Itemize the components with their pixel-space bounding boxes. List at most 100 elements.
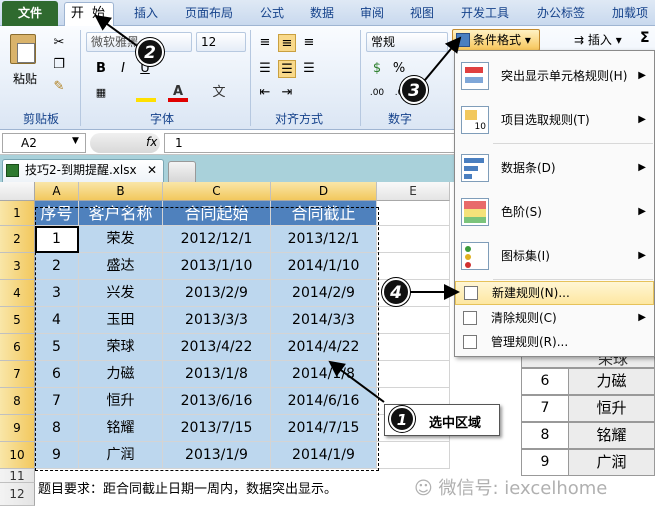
table-cell[interactable]: 2014/6/16: [271, 388, 377, 415]
bold-icon[interactable]: B: [92, 60, 110, 78]
fx-icon[interactable]: fx: [146, 135, 157, 149]
row-header[interactable]: 1: [0, 201, 35, 226]
table-cell[interactable]: 铭耀: [79, 415, 163, 442]
table-cell[interactable]: 2013/6/16: [163, 388, 271, 415]
empty-cell[interactable]: [377, 307, 450, 334]
table-cell[interactable]: 2013/1/10: [163, 253, 271, 280]
align-right-icon[interactable]: ☰: [300, 60, 318, 78]
menu-item-manage-rules[interactable]: 管理规则(R)...: [455, 331, 654, 355]
align-bottom-icon[interactable]: ≡: [300, 34, 318, 52]
table-cell[interactable]: 6: [35, 361, 79, 388]
table-cell[interactable]: 2014/1/8: [271, 361, 377, 388]
table-cell[interactable]: 2013/3/3: [163, 307, 271, 334]
row-header[interactable]: 12: [0, 483, 35, 506]
empty-cell[interactable]: [377, 442, 450, 469]
table-cell[interactable]: 2: [35, 253, 79, 280]
table-cell[interactable]: 力磁: [79, 361, 163, 388]
empty-cell[interactable]: [377, 334, 450, 361]
row-header[interactable]: 4: [0, 280, 35, 307]
table-cell[interactable]: 2013/2/9: [163, 280, 271, 307]
column-header[interactable]: D: [271, 182, 377, 201]
empty-cell[interactable]: [377, 253, 450, 280]
menu-item-highlight-rules[interactable]: 突出显示单元格规则(H) ▶: [455, 55, 654, 97]
table-cell[interactable]: 2013/7/15: [163, 415, 271, 442]
phonetic-icon[interactable]: 文: [210, 84, 228, 102]
format-painter-icon[interactable]: ✎: [50, 78, 68, 96]
tab-formulas[interactable]: 公式: [252, 2, 292, 26]
tab-insert[interactable]: 插入: [126, 2, 166, 26]
empty-cell[interactable]: [377, 226, 450, 253]
table-cell[interactable]: 1: [35, 226, 79, 253]
copy-icon[interactable]: ❐: [50, 56, 68, 74]
align-middle-icon[interactable]: ≡: [278, 34, 296, 52]
cut-icon[interactable]: ✂: [50, 34, 68, 52]
row-header[interactable]: 7: [0, 361, 35, 388]
tab-file[interactable]: 文件: [2, 1, 58, 26]
row-header[interactable]: 3: [0, 253, 35, 280]
table-cell[interactable]: 荣球: [79, 334, 163, 361]
table-cell[interactable]: 2013/12/1: [271, 226, 377, 253]
table-cell[interactable]: 9: [35, 442, 79, 469]
empty-cell[interactable]: [377, 361, 450, 388]
align-top-icon[interactable]: ≡: [256, 34, 274, 52]
align-center-icon[interactable]: ☰: [278, 60, 296, 78]
table-cell[interactable]: 2014/1/9: [271, 442, 377, 469]
column-header[interactable]: A: [35, 182, 79, 201]
table-header-cell[interactable]: 序号: [35, 201, 79, 226]
increase-decimal-icon[interactable]: .00: [368, 84, 386, 102]
table-cell[interactable]: 2014/4/22: [271, 334, 377, 361]
paste-icon[interactable]: [10, 34, 36, 64]
table-cell[interactable]: 2013/4/22: [163, 334, 271, 361]
chevron-down-icon[interactable]: ▼: [72, 136, 79, 146]
row-header[interactable]: 2: [0, 226, 35, 253]
workbook-tab[interactable]: 技巧2-到期提醒.xlsx: [2, 159, 164, 182]
menu-item-icon-sets[interactable]: 图标集(I) ▶: [455, 235, 654, 277]
tab-addins[interactable]: 加载项: [604, 2, 655, 26]
row-header[interactable]: 5: [0, 307, 35, 334]
empty-cell[interactable]: [377, 201, 450, 226]
decrease-indent-icon[interactable]: ⇤: [256, 84, 274, 102]
autosum-icon[interactable]: Σ: [640, 30, 650, 46]
menu-item-data-bars[interactable]: 数据条(D) ▶: [455, 147, 654, 189]
table-cell[interactable]: 荣发: [79, 226, 163, 253]
menu-item-top-bottom-rules[interactable]: 10 项目选取规则(T) ▶: [455, 99, 654, 141]
percent-icon[interactable]: %: [390, 60, 408, 78]
table-cell[interactable]: 2014/7/15: [271, 415, 377, 442]
table-cell[interactable]: 2012/12/1: [163, 226, 271, 253]
tab-review[interactable]: 审阅: [352, 2, 392, 26]
table-cell[interactable]: 8: [35, 415, 79, 442]
paste-button[interactable]: 粘贴: [8, 70, 42, 87]
new-tab-button[interactable]: [168, 161, 196, 182]
table-cell[interactable]: 恒升: [79, 388, 163, 415]
currency-icon[interactable]: $: [368, 60, 386, 78]
insert-cells-button[interactable]: ⇉ 插入 ▾: [574, 31, 622, 48]
row-header[interactable]: 8: [0, 388, 35, 415]
font-size-select[interactable]: 12: [196, 32, 246, 52]
table-cell[interactable]: 7: [35, 388, 79, 415]
table-cell[interactable]: 玉田: [79, 307, 163, 334]
table-cell[interactable]: 2014/2/9: [271, 280, 377, 307]
column-header[interactable]: E: [377, 182, 450, 201]
align-left-icon[interactable]: ☰: [256, 60, 274, 78]
font-color-icon[interactable]: A: [168, 84, 188, 102]
menu-item-clear-rules[interactable]: 清除规则(C) ▶: [455, 307, 654, 331]
row-header[interactable]: 10: [0, 442, 35, 469]
table-cell[interactable]: 2013/1/9: [163, 442, 271, 469]
menu-item-new-rule[interactable]: 新建规则(N)...: [455, 281, 654, 305]
menu-item-color-scales[interactable]: 色阶(S) ▶: [455, 191, 654, 233]
row-header[interactable]: 9: [0, 415, 35, 442]
tab-developer[interactable]: 开发工具: [452, 2, 518, 26]
tab-home[interactable]: 开 始: [64, 2, 114, 26]
close-icon[interactable]: ✕: [147, 163, 157, 177]
table-cell[interactable]: 3: [35, 280, 79, 307]
table-header-cell[interactable]: 合同截止: [271, 201, 377, 226]
tab-data[interactable]: 数据: [302, 2, 342, 26]
table-cell[interactable]: 2014/1/10: [271, 253, 377, 280]
table-header-cell[interactable]: 客户名称: [79, 201, 163, 226]
table-cell[interactable]: 2013/1/8: [163, 361, 271, 388]
border-icon[interactable]: ▦: [92, 84, 110, 102]
tab-view[interactable]: 视图: [402, 2, 442, 26]
column-header[interactable]: C: [163, 182, 271, 201]
fill-color-icon[interactable]: [136, 84, 156, 102]
table-cell[interactable]: 2014/3/3: [271, 307, 377, 334]
